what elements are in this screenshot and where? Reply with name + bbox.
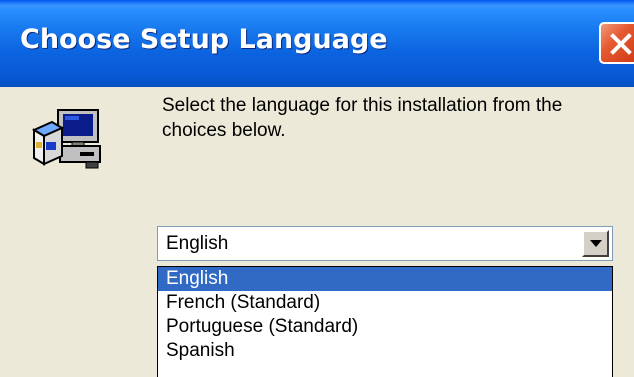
language-dropdown-list: English French (Standard) Portuguese (St… bbox=[157, 266, 613, 377]
close-icon bbox=[610, 33, 632, 55]
setup-language-dialog: Choose Setup Language Select the languag… bbox=[0, 0, 634, 377]
language-option-french[interactable]: French (Standard) bbox=[158, 291, 612, 315]
title-bar[interactable]: Choose Setup Language bbox=[0, 0, 634, 87]
setup-computer-icon bbox=[30, 108, 106, 177]
language-select-dropdown-button[interactable] bbox=[582, 230, 609, 257]
language-option-portuguese[interactable]: Portuguese (Standard) bbox=[158, 315, 612, 339]
prompt-text: Select the language for this installatio… bbox=[162, 95, 563, 141]
language-select[interactable]: English bbox=[157, 226, 613, 261]
language-select-value: English bbox=[166, 233, 229, 254]
language-option-spanish[interactable]: Spanish bbox=[158, 339, 612, 363]
chevron-down-icon bbox=[590, 240, 602, 247]
close-button[interactable] bbox=[599, 22, 634, 64]
language-option-english[interactable]: English bbox=[158, 267, 612, 291]
window-title: Choose Setup Language bbox=[20, 24, 388, 55]
